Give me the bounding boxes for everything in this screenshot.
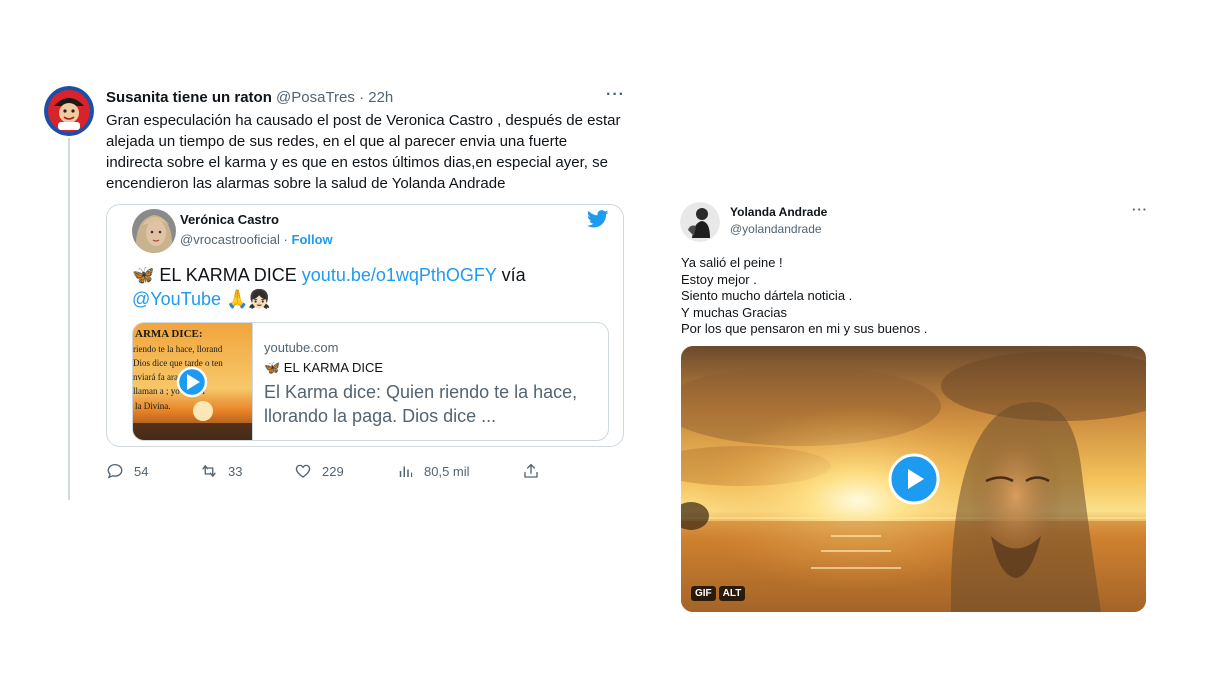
thumb-line: riendo te la hace, llorand bbox=[133, 344, 223, 354]
quoted-author-name[interactable]: Verónica Castro bbox=[180, 212, 279, 227]
retweet-button[interactable]: 33 bbox=[200, 462, 242, 480]
link-title: 🦋 EL KARMA DICE bbox=[264, 360, 384, 375]
twitter-bird-icon[interactable] bbox=[587, 210, 609, 228]
tweet-line: Y muchas Gracias bbox=[681, 304, 787, 320]
share-button[interactable] bbox=[522, 462, 550, 480]
follow-button[interactable]: Follow bbox=[292, 232, 333, 247]
views-button[interactable]: 80,5 mil bbox=[396, 462, 470, 480]
quoted-text-mid: vía bbox=[496, 265, 526, 285]
video-thumbnail[interactable]: ARMA DICE: riendo te la hace, llorand Di… bbox=[133, 323, 253, 440]
tweet-text: Ya salió el peine ! Estoy mejor . Siento… bbox=[681, 255, 1121, 338]
author-name[interactable]: Susanita tiene un raton bbox=[106, 89, 272, 106]
like-button[interactable]: 229 bbox=[294, 462, 344, 480]
play-icon[interactable] bbox=[887, 452, 941, 506]
media-badges: GIF ALT bbox=[691, 586, 746, 601]
tweet-time[interactable]: 22h bbox=[368, 89, 393, 106]
tweet-line: Estoy mejor . bbox=[681, 271, 757, 287]
tweet-text: Gran especulación ha causado el post de … bbox=[106, 112, 621, 192]
tweet-line: Siento mucho dártela noticia . bbox=[681, 288, 853, 303]
tweet-line: Por los que pensaron en mi y sus buenos … bbox=[681, 321, 928, 336]
quoted-author-handle[interactable]: @vrocastrooficial bbox=[180, 232, 280, 247]
heart-icon bbox=[295, 464, 311, 478]
thumb-line: Dios dice que tarde o ten bbox=[133, 358, 223, 368]
share-icon bbox=[524, 463, 538, 478]
alt-badge[interactable]: ALT bbox=[718, 586, 746, 601]
reply-button[interactable]: 54 bbox=[106, 462, 148, 480]
author-handle[interactable]: @PosaTres bbox=[276, 89, 355, 106]
thread-line bbox=[68, 138, 70, 500]
thumb-line: la Divina. bbox=[135, 401, 171, 411]
yolanda-tweet[interactable]: Yolanda Andrade @yolandandrade ··· Ya sa… bbox=[680, 200, 1150, 620]
analytics-icon bbox=[399, 466, 413, 477]
gif-media[interactable]: GIF ALT bbox=[681, 346, 1146, 612]
reply-count: 54 bbox=[134, 463, 149, 479]
more-options-icon[interactable]: ··· bbox=[606, 86, 625, 104]
separator-dot: · bbox=[359, 89, 365, 106]
view-count: 80,5 mil bbox=[424, 463, 470, 479]
retweet-count: 33 bbox=[228, 463, 243, 479]
more-options-icon[interactable]: ··· bbox=[1132, 202, 1148, 217]
youtube-link-card[interactable]: ARMA DICE: riendo te la hace, llorand Di… bbox=[132, 322, 609, 441]
youtube-mention[interactable]: @YouTube bbox=[132, 289, 221, 309]
link-domain: youtube.com bbox=[264, 340, 339, 355]
separator-dot: · bbox=[283, 232, 288, 247]
quoted-tweet[interactable]: Verónica Castro @vrocastrooficial · Foll… bbox=[106, 204, 624, 447]
tweet-line: Ya salió el peine ! bbox=[681, 255, 783, 270]
veronica-avatar[interactable] bbox=[132, 209, 176, 253]
quoted-text-prefix: 🦋 EL KARMA DICE bbox=[132, 265, 302, 285]
quoted-tweet-text: 🦋 EL KARMA DICE youtu.be/o1wqPthOGFY vía… bbox=[132, 263, 612, 311]
tweet-actions: 54 33 229 80,5 mil bbox=[106, 462, 546, 482]
retweet-icon bbox=[202, 465, 216, 477]
quoted-author-row: @vrocastrooficial · Follow bbox=[180, 232, 333, 247]
reply-icon bbox=[107, 463, 123, 479]
thumb-line: ARMA DICE: bbox=[135, 328, 203, 340]
link-description: El Karma dice: Quien riendo te la hace, … bbox=[264, 382, 578, 426]
author-handle[interactable]: @yolandandrade bbox=[730, 222, 822, 236]
youtube-link[interactable]: youtu.be/o1wqPthOGFY bbox=[302, 265, 497, 285]
susanita-tweet[interactable]: Susanita tiene un raton @PosaTres · 22h … bbox=[44, 86, 634, 506]
yolanda-avatar[interactable] bbox=[680, 202, 720, 242]
author-name[interactable]: Yolanda Andrade bbox=[730, 205, 827, 219]
susanita-avatar[interactable] bbox=[44, 86, 94, 136]
gif-badge: GIF bbox=[691, 586, 716, 601]
quoted-text-emoji: 🙏👧🏻 bbox=[221, 289, 271, 309]
tweet-header: Susanita tiene un raton @PosaTres · 22h bbox=[106, 89, 393, 106]
like-count: 229 bbox=[322, 463, 344, 479]
